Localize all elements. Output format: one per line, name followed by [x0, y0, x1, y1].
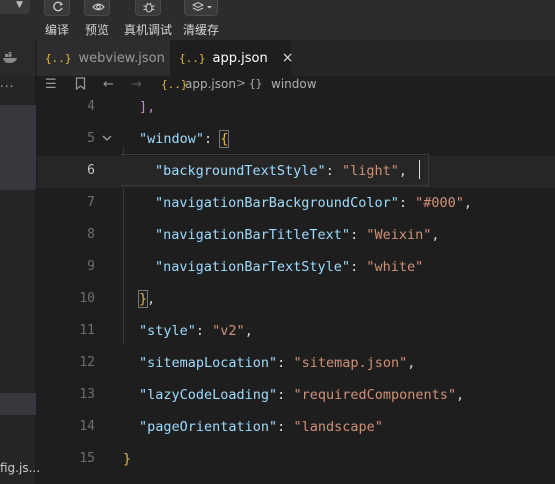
tab-label: webview.json: [78, 50, 165, 66]
layers-icon: [184, 0, 218, 16]
forward-arrow-icon[interactable]: →: [131, 77, 142, 92]
close-icon[interactable]: ×: [282, 50, 294, 66]
tab-label: app.json: [212, 50, 268, 66]
line-number: 9: [87, 259, 95, 274]
code-line[interactable]: 12 "sitemapLocation": "sitemap.json",: [37, 348, 555, 380]
compile-label: 编译: [44, 23, 69, 37]
code-line[interactable]: 15 }: [37, 444, 555, 476]
clear-cache-label: 清缓存: [182, 23, 219, 37]
eye-icon: [84, 0, 110, 16]
bug-icon: [135, 0, 161, 16]
line-number: 15: [79, 451, 95, 466]
line-number: 4: [87, 99, 95, 114]
line-number: 8: [87, 227, 95, 242]
preview-label: 预览: [84, 23, 109, 37]
breadcrumb-section[interactable]: window: [271, 77, 317, 91]
clear-cache-button[interactable]: 清缓存: [181, 0, 221, 40]
line-number: 5: [87, 131, 95, 146]
chevron-down-icon: ▼: [16, 0, 23, 10]
tab-webview-json[interactable]: {..} webview.json: [37, 40, 171, 76]
preview-button[interactable]: 预览: [82, 0, 112, 40]
compile-button[interactable]: 编译: [42, 0, 72, 40]
code-line[interactable]: 10 },: [37, 284, 555, 316]
line-number: 11: [79, 323, 95, 338]
json-file-icon: {..}: [179, 51, 206, 65]
code-line[interactable]: 9 "navigationBarTextStyle": "white": [37, 252, 555, 284]
device-debug-label: 真机调试: [123, 23, 172, 37]
breadcrumb-file[interactable]: app.json: [185, 77, 236, 91]
device-debug-button[interactable]: 真机调试: [123, 0, 173, 40]
json-file-icon: {..}: [45, 51, 72, 65]
code-line[interactable]: 5 "window": {: [37, 124, 555, 156]
breadcrumb-separator: >: [236, 76, 247, 90]
code-line[interactable]: 4 ],: [37, 92, 555, 124]
list-icon[interactable]: ☰: [45, 77, 57, 92]
line-number: 13: [79, 387, 95, 402]
object-icon: {}: [249, 77, 263, 90]
chevron-down-icon[interactable]: [101, 132, 113, 144]
line-number: 12: [79, 355, 95, 370]
code-line[interactable]: 13 "lazyCodeLoading": "requiredComponent…: [37, 380, 555, 412]
sidebar-header: [0, 40, 36, 76]
line-number: 6: [87, 163, 95, 178]
line-number: 7: [87, 195, 95, 210]
sidebar-selected-item[interactable]: [0, 105, 36, 190]
code-line[interactable]: 11 "style": "v2",: [37, 316, 555, 348]
text-cursor: [419, 160, 420, 179]
explorer-sidebar: ... fig.js...: [0, 40, 40, 484]
current-line-highlight: [121, 154, 429, 186]
code-line[interactable]: 14 "pageOrientation": "landscape": [37, 412, 555, 444]
editor-tabs: {..} webview.json {..} app.json ×: [37, 40, 555, 76]
dropdown-button[interactable]: ▼: [0, 0, 30, 14]
tab-app-json[interactable]: {..} app.json ×: [171, 40, 294, 76]
back-arrow-icon[interactable]: ←: [103, 77, 114, 92]
top-toolbar: ▼ 编译 预览 真机调试 清缓存: [0, 0, 555, 40]
docker-icon: [3, 52, 17, 63]
sidebar-file-item[interactable]: fig.js...: [0, 461, 40, 475]
more-icon[interactable]: ...: [0, 76, 14, 90]
sidebar-highlighted-item[interactable]: [0, 393, 36, 415]
code-editor[interactable]: 4 ], 5 "window": { 6 "backgroundTextStyl…: [37, 96, 555, 484]
refresh-icon: [44, 0, 70, 16]
json-file-icon: {..}: [161, 78, 188, 91]
line-number: 14: [79, 419, 95, 434]
code-line[interactable]: 7 "navigationBarBackgroundColor": "#000"…: [37, 188, 555, 220]
code-line[interactable]: 8 "navigationBarTitleText": "Weixin",: [37, 220, 555, 252]
line-number: 10: [79, 291, 95, 306]
